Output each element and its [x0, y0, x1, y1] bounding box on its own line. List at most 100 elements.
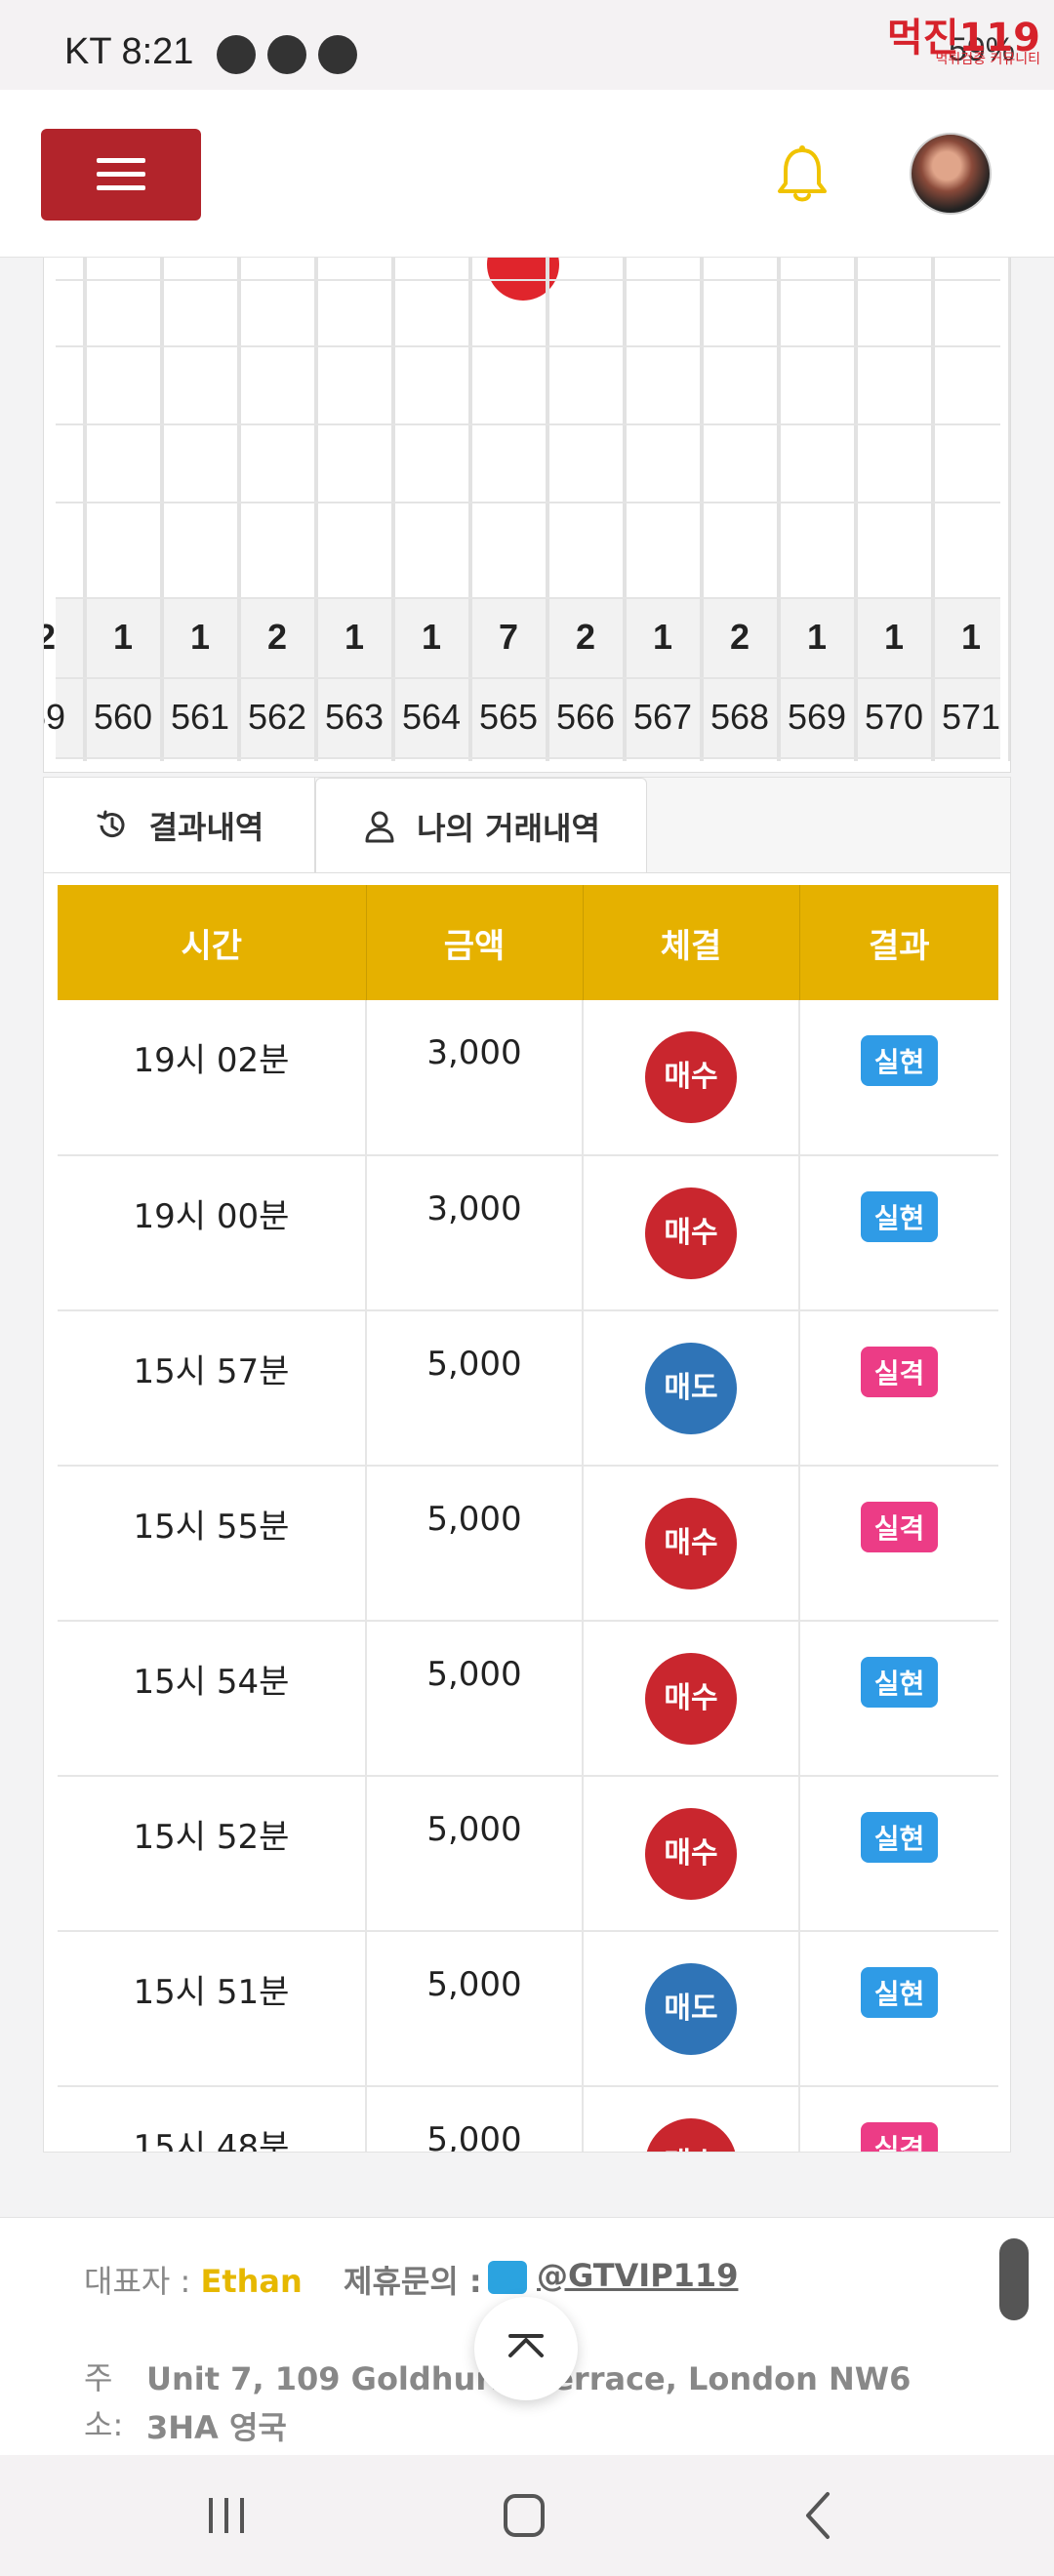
- scrollbar-handle[interactable]: [999, 2238, 1029, 2320]
- grid-row-line: [56, 677, 1000, 679]
- round-count: 1: [883, 617, 905, 657]
- whowho-icon: [318, 35, 357, 74]
- representative-label: 대표자 :: [84, 2263, 201, 2300]
- trade-history-table: 시간 금액 체결 결과 19시 02분 3,000 매수 실현 19시 00분 3,000…: [58, 885, 998, 2152]
- round-count: 1: [112, 617, 134, 657]
- execution-badge: 매수: [645, 1498, 737, 1590]
- history-tabs: 결과내역 나의 거래내역: [43, 777, 1011, 873]
- round-number: 567: [632, 697, 693, 737]
- grid-row-line: [56, 597, 1000, 599]
- trade-execution-cell: 매수: [583, 1155, 800, 1311]
- avatar[interactable]: [910, 133, 992, 215]
- watermark-subtitle: 먹튀검증 커뮤니티: [935, 52, 1041, 67]
- execution-badge: 매수: [645, 2118, 737, 2152]
- tab-results-history[interactable]: 결과내역: [44, 778, 315, 873]
- execution-badge: 매수: [645, 1031, 737, 1123]
- grid-row-line: [56, 757, 1000, 759]
- table-row: 15시 48분5,000 매수 실격: [58, 2086, 998, 2152]
- trade-amount: 5,000: [366, 1310, 584, 1467]
- trade-result-cell: 실현: [799, 1621, 998, 1777]
- recent-apps-icon[interactable]: [187, 2478, 265, 2553]
- column-header-amount: 금액: [366, 885, 584, 1000]
- result-badge: 실격: [860, 2122, 939, 2152]
- round-number: 571: [941, 697, 1001, 737]
- round-number: 560: [93, 697, 153, 737]
- round-count: 1: [652, 617, 673, 657]
- home-button-icon[interactable]: [484, 2478, 562, 2553]
- status-bar: KT 8:21 59% 먹진119 먹튀검증 커뮤니티: [0, 0, 1054, 90]
- telegram-link[interactable]: @GTVIP119: [537, 2257, 738, 2294]
- result-badge: 실현: [860, 1657, 939, 1708]
- trade-execution-cell: 매수: [583, 1000, 800, 1156]
- trade-amount: 5,000: [366, 1776, 584, 1932]
- grid-column-line: [468, 258, 472, 761]
- bell-icon[interactable]: [775, 144, 830, 207]
- grid-column-line: [931, 258, 935, 761]
- trade-result-cell: 실격: [799, 1310, 998, 1467]
- round-grid-inner: 2112117212111 59560561562563564565566567…: [44, 258, 1010, 761]
- column-header-result: 결과: [799, 885, 998, 1000]
- home-icon: [267, 35, 306, 74]
- result-badge: 실격: [860, 1502, 939, 1552]
- trade-result-cell: 실현: [799, 1000, 998, 1156]
- round-number: 569: [787, 697, 847, 737]
- execution-badge: 매수: [645, 1808, 737, 1900]
- trade-amount: 3,000: [366, 1000, 584, 1156]
- trade-history-card: 시간 금액 체결 결과 19시 02분 3,000 매수 실현 19시 00분 3,000…: [43, 872, 1011, 2153]
- table-row: 15시 57분 5,000 매도 실격: [58, 1310, 998, 1467]
- grid-row-line: [56, 502, 1000, 503]
- round-count: 1: [806, 617, 828, 657]
- result-badge: 실현: [860, 1191, 939, 1242]
- grid-column-line: [546, 258, 549, 761]
- talk-icon: [217, 35, 256, 74]
- round-number: 563: [324, 697, 385, 737]
- round-count: 1: [189, 617, 211, 657]
- trade-time: 19시 02분: [58, 1000, 367, 1156]
- column-header-time: 시간: [58, 885, 367, 1000]
- result-badge: 실현: [860, 1812, 939, 1863]
- telegram-icon: [488, 2261, 527, 2294]
- back-icon[interactable]: [781, 2478, 859, 2553]
- app-header: [0, 90, 1054, 258]
- clock: 8:21: [121, 31, 194, 72]
- trade-amount: 5,000: [366, 1931, 584, 2087]
- round-number: 570: [864, 697, 924, 737]
- round-grid: 2112117212111 59560561562563564565566567…: [43, 258, 1011, 773]
- trade-result-cell: 실격: [799, 1466, 998, 1622]
- execution-badge: 매도: [645, 1343, 737, 1434]
- result-badge: 실현: [860, 1967, 939, 2018]
- table-row: 15시 54분 5,000 매수 실현: [58, 1621, 998, 1777]
- hamburger-icon: [97, 158, 145, 163]
- trade-time: 15시 54분: [58, 1621, 367, 1777]
- grid-row-line: [56, 345, 1000, 347]
- grid-column-line: [391, 258, 395, 761]
- trade-execution-cell: 매수: [583, 1621, 800, 1777]
- grid-column-line: [160, 258, 164, 761]
- trade-time: 15시 48분: [58, 2086, 367, 2152]
- grid-column-line: [700, 258, 704, 761]
- contact-label: 제휴문의 :: [344, 2263, 482, 2300]
- tab-label: 결과내역: [148, 809, 264, 846]
- trade-amount: 5,000: [366, 2086, 584, 2152]
- round-number: 568: [709, 697, 770, 737]
- round-count: 1: [421, 617, 442, 657]
- table-row: 15시 52분 5,000 매수 실현: [58, 1776, 998, 1932]
- trade-execution-cell: 매수: [583, 1466, 800, 1622]
- trade-time: 15시 52분: [58, 1776, 367, 1932]
- grid-column-line: [314, 258, 318, 761]
- trade-time: 15시 55분: [58, 1466, 367, 1622]
- round-count: 2: [729, 617, 750, 657]
- round-number: 562: [247, 697, 307, 737]
- round-count: 1: [960, 617, 982, 657]
- trade-amount: 5,000: [366, 1466, 584, 1622]
- carrier: KT: [64, 31, 111, 72]
- round-number: 566: [555, 697, 616, 737]
- trade-rows: 19시 02분 3,000 매수 실현 19시 00분 3,000 매수 실현 15시 57분 5…: [58, 1000, 998, 2152]
- tab-my-trades[interactable]: 나의 거래내역: [315, 778, 647, 873]
- trade-time: 19시 00분: [58, 1155, 367, 1311]
- round-count: 1: [344, 617, 365, 657]
- scroll-to-top-button[interactable]: [474, 2297, 578, 2400]
- history-icon: [97, 810, 125, 838]
- menu-button[interactable]: [41, 129, 201, 221]
- chevron-up-icon: [508, 2334, 544, 2357]
